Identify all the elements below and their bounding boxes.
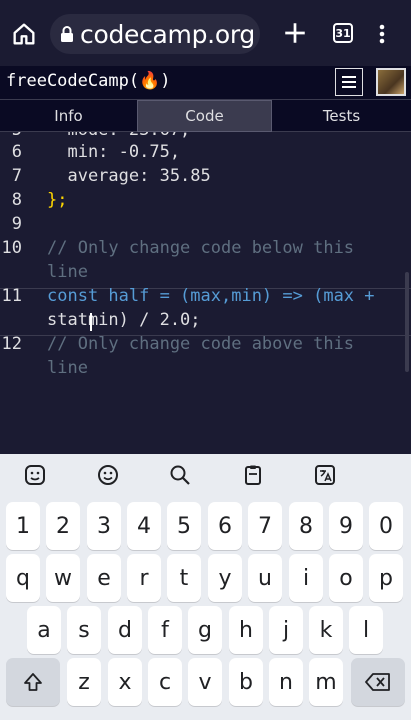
key-z[interactable]: z	[67, 658, 101, 706]
key-r[interactable]: r	[127, 554, 161, 602]
backspace-key[interactable]	[351, 658, 405, 706]
line-number: 10	[1, 238, 22, 258]
code-line: 11 const half = (max,min) => (max +	[0, 286, 411, 310]
tab-bar: Info Code Tests	[0, 100, 411, 132]
emoji-icon[interactable]	[96, 463, 120, 487]
key-8[interactable]: 8	[289, 502, 323, 550]
key-b[interactable]: b	[229, 658, 263, 706]
key-j[interactable]: j	[269, 606, 303, 654]
key-l[interactable]: l	[349, 606, 383, 654]
key-k[interactable]: k	[309, 606, 343, 654]
key-t[interactable]: t	[167, 554, 201, 602]
clipboard-icon[interactable]	[241, 463, 265, 487]
line-number: 7	[11, 166, 22, 186]
key-3[interactable]: 3	[87, 502, 121, 550]
key-a[interactable]: a	[27, 606, 61, 654]
tabs-count-button[interactable]: 31	[333, 23, 353, 43]
shift-icon	[24, 673, 42, 691]
key-q[interactable]: q	[6, 554, 40, 602]
text-cursor	[90, 313, 92, 331]
line-number: 5	[0, 132, 22, 140]
key-0[interactable]: 0	[369, 502, 403, 550]
key-u[interactable]: u	[248, 554, 282, 602]
key-g[interactable]: g	[188, 606, 222, 654]
menu-bar-icon	[342, 86, 356, 88]
key-h[interactable]: h	[229, 606, 263, 654]
home-icon[interactable]	[10, 20, 38, 48]
line-number: 8	[11, 190, 22, 210]
code-line: 12 // Only change code above this	[0, 334, 411, 358]
code-comment-wrap: line	[47, 262, 88, 282]
code-line: 8 };	[0, 190, 411, 214]
code-text: average: 35.85	[47, 166, 211, 186]
translate-icon[interactable]	[313, 463, 337, 487]
code-text-wrap: statmin) / 2.0;	[47, 310, 201, 330]
key-e[interactable]: e	[87, 554, 121, 602]
menu-bar-icon	[342, 81, 356, 83]
key-v[interactable]: v	[188, 658, 222, 706]
menu-bar-icon	[342, 76, 356, 78]
key-w[interactable]: w	[46, 554, 80, 602]
emoji-sticker-icon[interactable]	[23, 463, 47, 487]
shift-key[interactable]	[6, 658, 60, 706]
tab-code[interactable]: Code	[137, 100, 272, 132]
key-d[interactable]: d	[108, 606, 142, 654]
tab-info[interactable]: Info	[0, 100, 137, 132]
tab-tests[interactable]: Tests	[272, 100, 411, 132]
key-1[interactable]: 1	[6, 502, 40, 550]
avatar[interactable]	[376, 68, 406, 96]
key-i[interactable]: i	[289, 554, 323, 602]
on-screen-keyboard: 1 2 3 4 5 6 7 8 9 0 q w e r t y u i o p …	[0, 496, 411, 720]
key-s[interactable]: s	[67, 606, 101, 654]
fcc-logo[interactable]: freeCodeCamp(🔥)	[6, 71, 170, 91]
code-line: 6 min: -0.75,	[0, 142, 411, 166]
key-9[interactable]: 9	[329, 502, 363, 550]
key-m[interactable]: m	[309, 658, 343, 706]
key-2[interactable]: 2	[46, 502, 80, 550]
code-text: min: -0.75,	[47, 142, 181, 162]
code-line-wrap: statmin) / 2.0;	[0, 310, 411, 334]
more-vert-icon[interactable]	[374, 22, 390, 46]
code-text: mode: 23.67,	[47, 132, 190, 140]
key-6[interactable]: 6	[208, 502, 242, 550]
code-line: 9	[0, 214, 411, 238]
key-y[interactable]: y	[208, 554, 242, 602]
key-7[interactable]: 7	[248, 502, 282, 550]
code-line-wrap: line	[0, 358, 411, 382]
url-text: codecamp.org	[80, 19, 255, 49]
key-o[interactable]: o	[329, 554, 363, 602]
line-number: 6	[11, 142, 22, 162]
code-text: const half = (max,min) => (max +	[47, 286, 375, 306]
code-comment: // Only change code below this	[47, 238, 355, 258]
code-comment: // Only change code above this	[47, 334, 355, 354]
code-line: 10 // Only change code below this	[0, 238, 411, 262]
line-number: 11	[1, 286, 22, 306]
key-5[interactable]: 5	[167, 502, 201, 550]
url-bar[interactable]: codecamp.org	[50, 14, 260, 54]
code-editor[interactable]: 5 mode: 23.67, 6 min: -0.75, 7 average: …	[0, 132, 411, 454]
browser-toolbar: codecamp.org 31	[0, 0, 411, 66]
code-line-wrap: line	[0, 262, 411, 286]
plus-icon[interactable]	[282, 20, 308, 46]
code-text: };	[47, 190, 68, 210]
key-c[interactable]: c	[148, 658, 182, 706]
key-n[interactable]: n	[269, 658, 303, 706]
lock-icon	[61, 26, 73, 42]
line-number: 9	[11, 214, 22, 234]
key-4[interactable]: 4	[127, 502, 161, 550]
backspace-icon	[365, 673, 390, 691]
line-number: 12	[1, 334, 22, 354]
keyboard-toolbar	[0, 454, 411, 496]
key-p[interactable]: p	[369, 554, 403, 602]
code-comment-wrap: line	[47, 358, 88, 378]
code-line: 7 average: 35.85	[0, 166, 411, 190]
search-icon[interactable]	[168, 463, 192, 487]
key-f[interactable]: f	[148, 606, 182, 654]
key-x[interactable]: x	[108, 658, 142, 706]
menu-button[interactable]	[335, 68, 363, 96]
